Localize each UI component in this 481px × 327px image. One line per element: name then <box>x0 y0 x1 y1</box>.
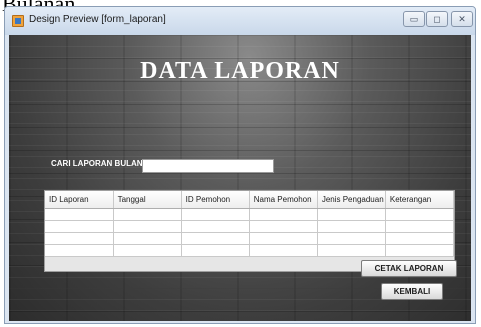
report-data-table: ID Laporan Tanggal ID Pemohon Nama Pemoh… <box>45 191 454 257</box>
table-row[interactable] <box>45 232 454 245</box>
table-cell[interactable] <box>113 232 182 245</box>
table-cell[interactable] <box>385 208 454 221</box>
table-cell[interactable] <box>317 244 386 257</box>
search-label: CARI LAPORAN BULAN : <box>51 159 148 168</box>
table-row[interactable] <box>45 220 454 233</box>
maximize-icon: ◻ <box>433 14 441 24</box>
app-window: Design Preview [form_laporan] ▭ ◻ ✕ DATA… <box>4 6 476 324</box>
table-cell[interactable] <box>45 244 114 257</box>
search-month-input[interactable] <box>142 159 274 173</box>
table-cell[interactable] <box>249 244 318 257</box>
table-header-row: ID Laporan Tanggal ID Pemohon Nama Pemoh… <box>45 191 454 209</box>
table-cell[interactable] <box>181 208 250 221</box>
table-cell[interactable] <box>317 208 386 221</box>
table-cell[interactable] <box>249 220 318 233</box>
table-cell[interactable] <box>181 244 250 257</box>
window-title: Design Preview [form_laporan] <box>29 14 166 25</box>
maximize-button[interactable]: ◻ <box>426 11 448 27</box>
java-app-icon <box>12 15 24 27</box>
table-body <box>45 208 454 257</box>
column-header-id-pemohon[interactable]: ID Pemohon <box>181 191 250 209</box>
table-row[interactable] <box>45 244 454 257</box>
column-header-id-laporan[interactable]: ID Laporan <box>45 191 114 209</box>
table-cell[interactable] <box>317 232 386 245</box>
minimize-icon: ▭ <box>409 14 419 24</box>
print-report-button[interactable]: CETAK LAPORAN <box>361 260 457 277</box>
back-button[interactable]: KEMBALI <box>381 283 443 300</box>
table-cell[interactable] <box>45 208 114 221</box>
table-cell[interactable] <box>45 232 114 245</box>
minimize-button[interactable]: ▭ <box>403 11 425 27</box>
table-cell[interactable] <box>113 208 182 221</box>
table-cell[interactable] <box>45 220 114 233</box>
table-cell[interactable] <box>385 232 454 245</box>
table-row[interactable] <box>45 208 454 221</box>
table-cell[interactable] <box>113 220 182 233</box>
title-bar[interactable]: Design Preview [form_laporan] ▭ ◻ ✕ <box>5 7 475 35</box>
close-button[interactable]: ✕ <box>451 11 473 27</box>
table-cell[interactable] <box>249 208 318 221</box>
table-cell[interactable] <box>385 244 454 257</box>
table-cell[interactable] <box>113 244 182 257</box>
table-cell[interactable] <box>249 232 318 245</box>
page-title: DATA LAPORAN <box>140 58 340 84</box>
column-header-keterangan[interactable]: Keterangan <box>385 191 454 209</box>
column-header-nama-pemohon[interactable]: Nama Pemohon <box>249 191 318 209</box>
table-cell[interactable] <box>385 220 454 233</box>
column-header-tanggal[interactable]: Tanggal <box>113 191 182 209</box>
table-cell[interactable] <box>181 220 250 233</box>
close-icon: ✕ <box>458 14 466 24</box>
form-panel: DATA LAPORAN CARI LAPORAN BULAN : ID Lap… <box>9 35 471 321</box>
column-header-jenis-pengaduan[interactable]: Jenis Pengaduan <box>317 191 386 209</box>
table-cell[interactable] <box>317 220 386 233</box>
table-cell[interactable] <box>181 232 250 245</box>
